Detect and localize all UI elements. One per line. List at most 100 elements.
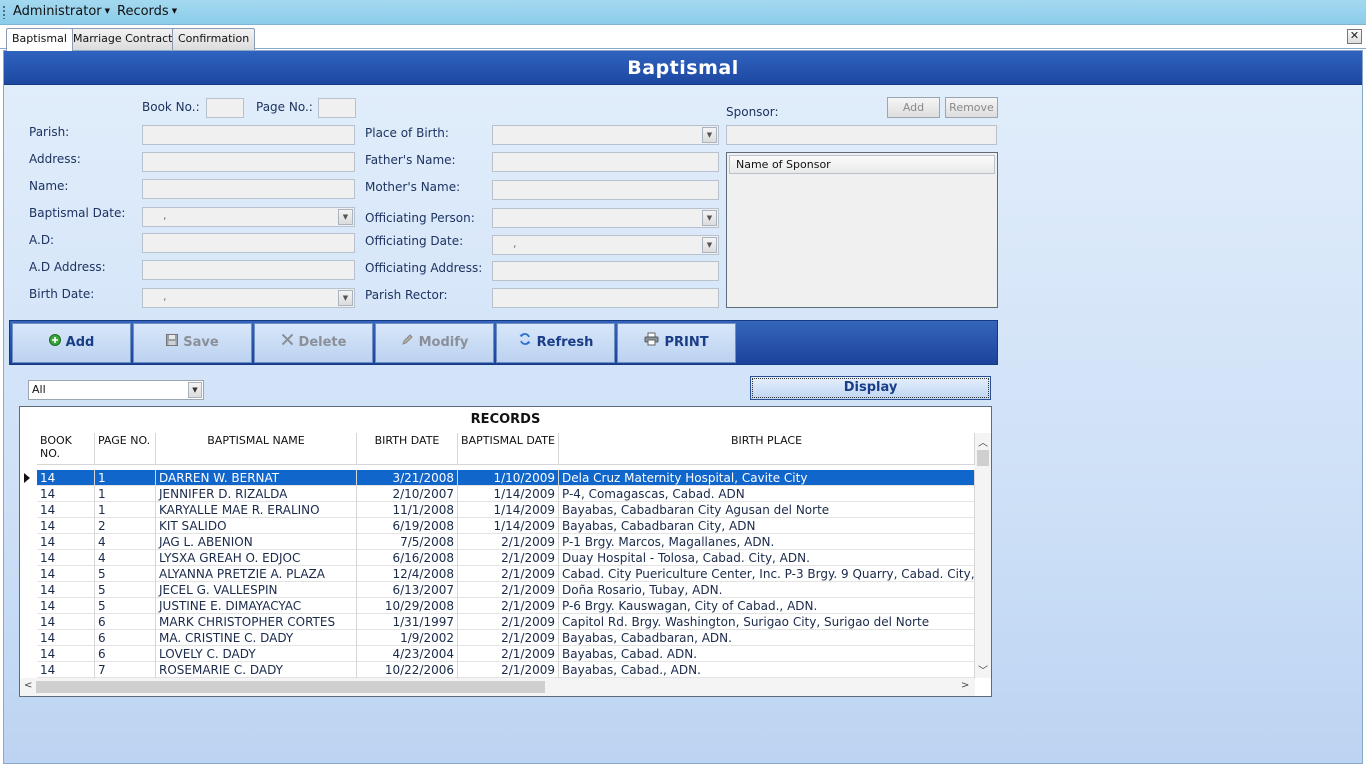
officiating-date-picker[interactable]: , ▼ [492,235,719,255]
cell-baptismal-name[interactable]: JENNIFER D. RIZALDA [156,486,357,502]
cell-baptismal-date[interactable]: 2/1/2009 [458,550,559,566]
cell-book-no[interactable]: 14 [37,630,95,646]
place-of-birth-select[interactable]: ▼ [492,125,719,145]
cell-birth-date[interactable]: 6/16/2008 [357,550,458,566]
cell-baptismal-date[interactable]: 2/1/2009 [458,662,559,678]
chevron-down-icon[interactable]: ▼ [702,210,717,226]
address-input[interactable] [142,152,355,172]
cell-book-no[interactable]: 14 [37,582,95,598]
cell-baptismal-name[interactable]: ROSEMARIE C. DADY [156,662,357,678]
cell-page-no[interactable]: 6 [95,646,156,662]
cell-baptismal-date[interactable]: 1/14/2009 [458,502,559,518]
cell-birth-place[interactable]: P-4, Comagascas, Cabad. ADN [559,486,975,502]
cell-birth-date[interactable]: 3/21/2008 [357,470,458,486]
table-row[interactable]: 14 5 ALYANNA PRETZIE A. PLAZA 12/4/2008 2/1/… [37,566,975,582]
cell-baptismal-name[interactable]: JAG L. ABENION [156,534,357,550]
cell-book-no[interactable]: 14 [37,470,95,486]
table-row[interactable]: 14 1 KARYALLE MAE R. ERALINO 11/1/2008 1/14/… [37,502,975,518]
book-no-input[interactable] [206,98,244,118]
modify-button[interactable]: Modify [375,323,494,363]
chevron-down-icon[interactable]: ▼ [338,209,353,225]
cell-baptismal-name[interactable]: KARYALLE MAE R. ERALINO [156,502,357,518]
cell-baptismal-name[interactable]: MA. CRISTINE C. DADY [156,630,357,646]
table-row[interactable]: 14 6 MA. CRISTINE C. DADY 1/9/2002 2/1/2009 B… [37,630,975,646]
mothers-name-input[interactable] [492,180,719,200]
cell-birth-place[interactable]: Bayabas, Cabad., ADN. [559,662,975,678]
cell-baptismal-date[interactable]: 1/14/2009 [458,486,559,502]
cell-baptismal-date[interactable]: 2/1/2009 [458,614,559,630]
display-button[interactable]: Display [750,376,991,400]
cell-book-no[interactable]: 14 [37,550,95,566]
page-no-input[interactable] [318,98,356,118]
cell-page-no[interactable]: 5 [95,566,156,582]
cell-page-no[interactable]: 4 [95,534,156,550]
cell-birth-date[interactable]: 7/5/2008 [357,534,458,550]
scroll-right-icon[interactable]: > [961,680,969,691]
table-row[interactable]: 14 7 ROSEMARIE C. DADY 10/22/2006 2/1/2009 Ba… [37,662,975,678]
table-row[interactable]: 14 1 JENNIFER D. RIZALDA 2/10/2007 1/14/2009… [37,486,975,502]
table-row[interactable]: 14 4 JAG L. ABENION 7/5/2008 2/1/2009 P-1 Brg… [37,534,975,550]
table-row[interactable]: 14 5 JUSTINE E. DIMAYACYAC 10/29/2008 2/1/20… [37,598,975,614]
records-grid[interactable]: RECORDS BOOK NO. PAGE NO. BAPTISMAL NAME… [19,406,992,697]
cell-baptismal-date[interactable]: 2/1/2009 [458,630,559,646]
filter-select[interactable]: All ▼ [28,380,204,400]
officiating-person-select[interactable]: ▼ [492,208,719,228]
cell-book-no[interactable]: 14 [37,646,95,662]
menu-administrator[interactable]: Administrator ▼ [13,4,110,19]
cell-page-no[interactable]: 4 [95,550,156,566]
tab-marriage-contract[interactable]: Marriage Contract [67,28,179,50]
cell-birth-place[interactable]: Cabad. City Puericulture Center, Inc. P-… [559,566,975,582]
parish-input[interactable] [142,125,355,145]
cell-baptismal-name[interactable]: DARREN W. BERNAT [156,470,357,486]
cell-book-no[interactable]: 14 [37,486,95,502]
cell-baptismal-date[interactable]: 2/1/2009 [458,646,559,662]
cell-birth-place[interactable]: Doña Rosario, Tubay, ADN. [559,582,975,598]
ad-input[interactable] [142,233,355,253]
cell-book-no[interactable]: 14 [37,534,95,550]
column-header-baptismal-name[interactable]: BAPTISMAL NAME [156,433,357,465]
vertical-scrollbar[interactable]: ︿ ﹀ [975,433,991,678]
cell-baptismal-name[interactable]: KIT SALIDO [156,518,357,534]
cell-birth-place[interactable]: Bayabas, Cabadbaran, ADN. [559,630,975,646]
column-header-birth-date[interactable]: BIRTH DATE [357,433,458,465]
cell-birth-date[interactable]: 1/31/1997 [357,614,458,630]
cell-page-no[interactable]: 6 [95,630,156,646]
scroll-down-icon[interactable]: ﹀ [978,662,988,677]
cell-birth-place[interactable]: Dela Cruz Maternity Hospital, Cavite Cit… [559,470,975,486]
cell-birth-place[interactable]: Bayabas, Cabadbaran City Agusan del Nort… [559,502,975,518]
cell-page-no[interactable]: 1 [95,502,156,518]
column-header-birth-place[interactable]: BIRTH PLACE [559,433,975,465]
horizontal-scrollbar[interactable]: < > [20,678,975,696]
parish-rector-input[interactable] [492,288,719,308]
scroll-left-icon[interactable]: < [24,680,32,691]
sponsor-input[interactable] [726,125,997,145]
sponsor-column-header[interactable]: Name of Sponsor [729,155,995,174]
cell-baptismal-name[interactable]: LYSXA GREAH O. EDJOC [156,550,357,566]
table-row[interactable]: 14 6 LOVELY C. DADY 4/23/2004 2/1/2009 Bayaba… [37,646,975,662]
cell-page-no[interactable]: 5 [95,582,156,598]
cell-page-no[interactable]: 2 [95,518,156,534]
column-header-baptismal-date[interactable]: BAPTISMAL DATE [458,433,559,465]
cell-book-no[interactable]: 14 [37,598,95,614]
horizontal-scroll-thumb[interactable] [36,681,545,693]
tab-confirmation[interactable]: Confirmation [172,28,256,50]
cell-birth-date[interactable]: 10/29/2008 [357,598,458,614]
column-header-page-no[interactable]: PAGE NO. [95,433,156,465]
cell-birth-date[interactable]: 2/10/2007 [357,486,458,502]
birth-date-picker[interactable]: , ▼ [142,288,355,308]
chevron-down-icon[interactable]: ▼ [702,237,717,253]
cell-baptismal-date[interactable]: 1/14/2009 [458,518,559,534]
add-button[interactable]: Add [12,323,131,363]
sponsor-list[interactable]: Name of Sponsor [726,152,998,308]
tab-baptismal[interactable]: Baptismal [6,28,73,51]
officiating-address-input[interactable] [492,261,719,281]
cell-baptismal-date[interactable]: 1/10/2009 [458,470,559,486]
table-row[interactable]: 14 2 KIT SALIDO 6/19/2008 1/14/2009 Bayabas, … [37,518,975,534]
cell-birth-date[interactable]: 6/19/2008 [357,518,458,534]
vertical-scroll-thumb[interactable] [977,450,989,466]
chevron-down-icon[interactable]: ▼ [702,127,717,143]
cell-birth-place[interactable]: Bayabas, Cabad. ADN. [559,646,975,662]
ad-address-input[interactable] [142,260,355,280]
refresh-button[interactable]: Refresh [496,323,615,363]
delete-button[interactable]: Delete [254,323,373,363]
